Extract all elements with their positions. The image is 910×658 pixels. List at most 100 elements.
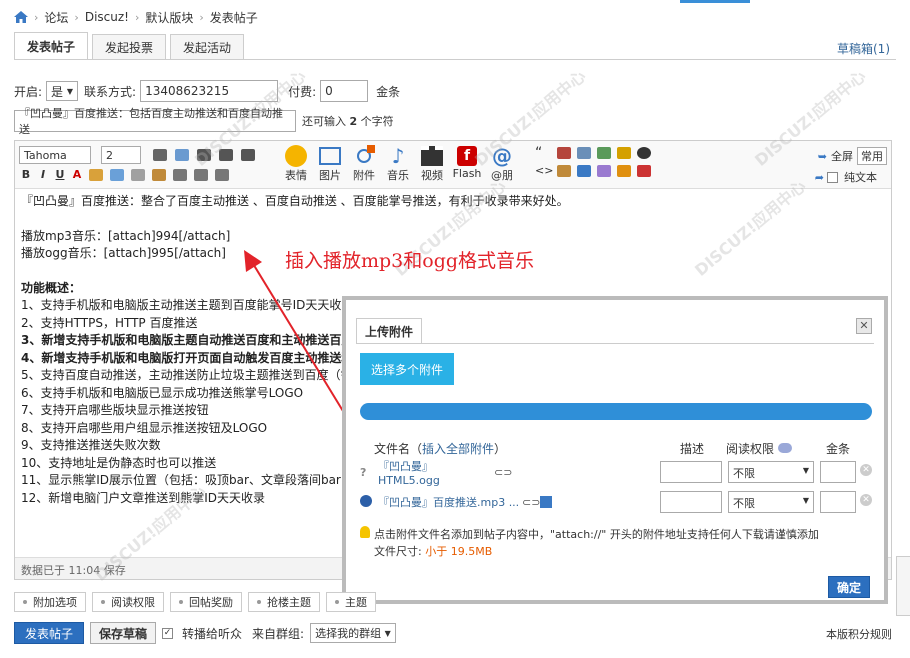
col-description: 描述	[680, 442, 705, 456]
unordered-list-icon[interactable]	[194, 168, 208, 181]
side-float-panel[interactable]	[896, 556, 910, 616]
unlink-icon[interactable]	[131, 168, 145, 181]
toolbar-label: Flash	[452, 167, 482, 180]
link-icon[interactable]: ⊂⊃	[494, 466, 512, 479]
description-input[interactable]	[660, 491, 722, 513]
fullscreen-button[interactable]: 全屏	[831, 148, 853, 164]
record-icon[interactable]	[637, 147, 651, 159]
font-size-select[interactable]: 2	[101, 146, 141, 164]
select-files-button[interactable]: 选择多个附件	[360, 353, 454, 385]
brush-icon[interactable]	[89, 168, 103, 181]
toolbar-label: 表情	[285, 169, 307, 182]
credit-rules-link[interactable]: 本版积分规则	[826, 626, 892, 642]
tab-divider	[14, 59, 896, 60]
player-icon[interactable]	[540, 496, 552, 508]
tab-post[interactable]: 发表帖子	[14, 32, 89, 60]
size-value: 小于 19.5MB	[425, 545, 493, 558]
tab-poll[interactable]: 发起投票	[92, 34, 167, 60]
link-icon[interactable]	[110, 168, 124, 181]
price-input[interactable]	[820, 491, 856, 513]
extra-icon[interactable]	[637, 165, 651, 177]
size-label: 文件尺寸:	[374, 545, 422, 558]
size-line: 文件尺寸: 小于 19.5MB	[360, 543, 819, 560]
broadcast-checkbox[interactable]: ✓	[162, 627, 174, 639]
quote-icon[interactable]: “	[535, 146, 551, 160]
bold-icon[interactable]: B	[19, 168, 33, 181]
post-type-tabs: 发表帖子 发起投票 发起活动	[14, 32, 248, 60]
delete-icon[interactable]: ✕	[860, 494, 872, 506]
font-select[interactable]: Tahoma	[19, 146, 91, 164]
toolbar-music[interactable]: ♪ 音乐	[383, 145, 413, 183]
free-content-icon[interactable]	[577, 147, 591, 159]
delete-icon[interactable]: ✕	[860, 464, 872, 476]
confirm-button[interactable]: 确定	[828, 576, 870, 598]
plain-text-checkbox[interactable]	[827, 171, 838, 183]
price-input[interactable]	[820, 461, 856, 483]
clear-format-icon[interactable]	[152, 168, 166, 181]
password-icon[interactable]	[617, 147, 631, 159]
toolbar-label: 附件	[353, 169, 375, 182]
indent-icon[interactable]	[215, 168, 229, 181]
tab-reply-reward[interactable]: 回帖奖励	[170, 592, 242, 612]
dialog-title-tab[interactable]: 上传附件	[356, 318, 423, 344]
link-icon[interactable]: ⊂⊃	[522, 496, 540, 509]
align-right-icon[interactable]	[241, 149, 255, 161]
tab-read-permission[interactable]: 阅读权限	[92, 592, 164, 612]
italic-icon[interactable]: I	[36, 168, 50, 181]
breadcrumb-separator: ›	[134, 10, 140, 24]
permission-value: 不限	[733, 497, 755, 510]
permission-select[interactable]: 不限 ▼	[728, 461, 814, 483]
breadcrumb-item[interactable]: 默认版块	[145, 9, 193, 26]
group-select[interactable]: 选择我的群组 ▼	[310, 623, 396, 643]
save-draft-button[interactable]: 保存草稿	[90, 622, 157, 644]
remaining-suffix: 个字符	[360, 115, 394, 128]
description-input[interactable]	[660, 461, 722, 483]
bullet-icon	[335, 600, 339, 604]
tab-activity[interactable]: 发起活动	[170, 34, 245, 60]
tab-extra-options[interactable]: 附加选项	[14, 592, 86, 612]
attachment-table-header: 文件名（插入全部附件） 描述 阅读权限 金条	[360, 440, 872, 458]
breadcrumb-item[interactable]: 论坛	[44, 9, 68, 26]
tab-floor-rush[interactable]: 抢楼主题	[248, 592, 320, 612]
insert-all-link[interactable]: 插入全部附件	[422, 442, 494, 456]
remaining-prefix: 还可输入	[302, 115, 346, 128]
remaining-count: 2	[349, 115, 358, 128]
toolbar-image[interactable]: 图片	[315, 145, 345, 183]
permission-select[interactable]: 不限 ▼	[728, 491, 814, 513]
font-select-value: Tahoma	[24, 148, 67, 162]
toolbar-attach[interactable]: 附件	[349, 145, 379, 183]
dialog-title-divider	[356, 343, 874, 344]
toolbar-emoticon[interactable]: 表情	[281, 145, 311, 183]
breadcrumb-item[interactable]: Discuz!	[85, 10, 129, 24]
tab-topic[interactable]: 主题	[326, 592, 376, 612]
breadcrumb-separator: ›	[34, 10, 39, 24]
music-note-icon: ♪	[391, 144, 405, 168]
source-code-icon[interactable]: <>	[535, 165, 553, 177]
table-icon[interactable]	[577, 165, 591, 177]
horizontal-rule-icon[interactable]	[153, 149, 167, 161]
contact-label: 联系方式:	[84, 84, 137, 99]
help-icon[interactable]	[777, 443, 792, 453]
draft-box-link[interactable]: 草稿箱(1)	[837, 40, 890, 57]
background-color-icon[interactable]	[175, 149, 189, 161]
code-icon[interactable]	[557, 147, 571, 159]
toolbar-video[interactable]: 视频	[417, 145, 447, 183]
open-select[interactable]: 是 ▼	[46, 81, 79, 101]
undo-icon[interactable]: ➥	[818, 150, 827, 163]
common-button[interactable]: 常用	[857, 147, 887, 165]
attachment-filename[interactable]: 『凹凸曼』百度推送.mp3 ...	[378, 494, 522, 510]
buy-icon[interactable]	[557, 165, 571, 177]
post-options-row: 开启: 是 ▼ 联系方式: 13408623215 付费: 0 金条	[14, 80, 400, 102]
hide-content-icon[interactable]	[597, 147, 611, 159]
publish-button[interactable]: 发表帖子	[14, 622, 85, 644]
badge-icon[interactable]	[617, 165, 631, 177]
close-icon[interactable]: ✕	[856, 318, 872, 334]
redo-icon[interactable]: ➦	[815, 171, 824, 184]
page-break-icon[interactable]	[597, 165, 611, 177]
underline-icon[interactable]: U	[53, 168, 67, 181]
attachment-filename[interactable]: 『凹凸曼』HTML5.ogg	[378, 458, 494, 487]
home-icon[interactable]	[14, 11, 28, 23]
fee-input[interactable]: 0	[320, 80, 369, 102]
font-color-icon[interactable]: A	[70, 168, 84, 181]
ordered-list-icon[interactable]	[173, 168, 187, 181]
